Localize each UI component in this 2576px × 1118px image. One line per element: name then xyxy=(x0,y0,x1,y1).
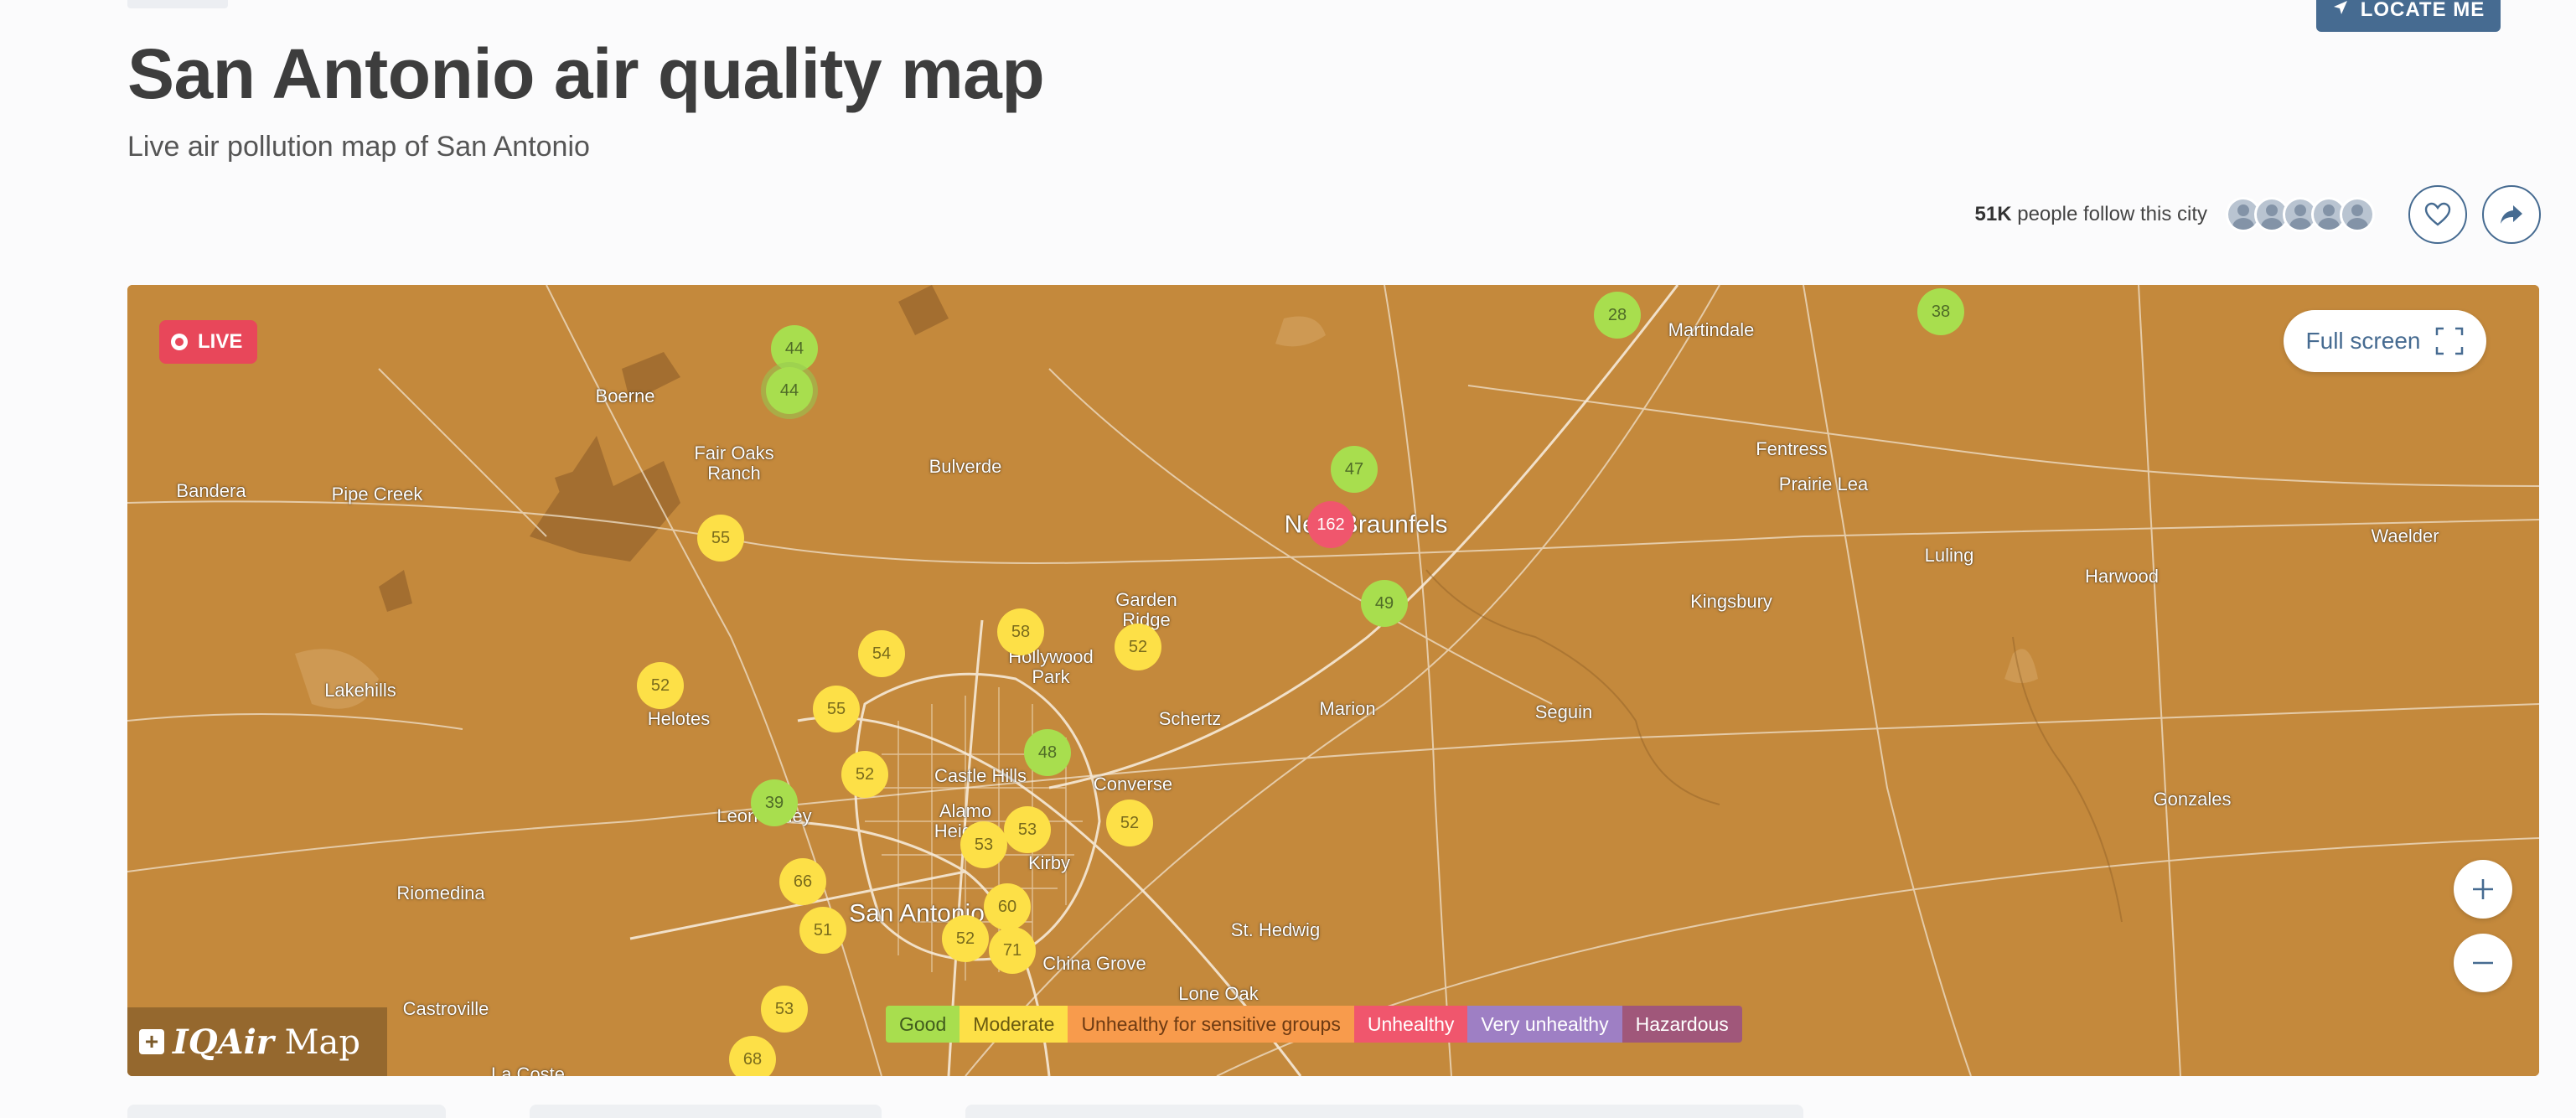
follow-button[interactable] xyxy=(2408,185,2467,244)
aqi-marker[interactable]: 53 xyxy=(1004,806,1051,853)
aqi-marker[interactable]: 55 xyxy=(697,515,744,562)
place-label: Lone Oak xyxy=(1178,982,1259,1004)
top-tab-edge xyxy=(127,0,228,8)
aqi-marker[interactable]: 60 xyxy=(984,883,1031,930)
legend-unhealthy: Unhealthy xyxy=(1353,1006,1468,1043)
map-base-layer xyxy=(127,285,2539,1076)
aqi-marker[interactable]: 51 xyxy=(799,907,846,954)
place-label: Helotes xyxy=(647,707,711,729)
locate-me-button[interactable]: LOCATE ME xyxy=(2316,0,2501,32)
place-label: Luling xyxy=(1924,544,1974,566)
place-label: Kingsbury xyxy=(1690,590,1772,612)
aqi-marker[interactable]: 52 xyxy=(942,915,989,962)
full-screen-label: Full screen xyxy=(2305,328,2421,354)
card-edge xyxy=(530,1105,882,1118)
full-screen-button[interactable]: Full screen xyxy=(2284,310,2486,372)
legend-unhealthy-sensitive: Unhealthy for sensitive groups xyxy=(1068,1006,1354,1043)
aqi-marker[interactable]: 68 xyxy=(729,1036,776,1076)
place-label: Marion xyxy=(1319,697,1376,719)
follow-count: 51K xyxy=(1974,203,2012,225)
aqi-marker[interactable]: 47 xyxy=(1331,446,1378,493)
iqair-plus-icon: + xyxy=(139,1029,164,1054)
place-label: Castroville xyxy=(402,997,489,1019)
heart-icon xyxy=(2424,202,2451,226)
aqi-marker[interactable]: 66 xyxy=(779,858,826,905)
page: LOCATE ME San Antonio air quality map Li… xyxy=(0,0,2576,1118)
aqi-marker[interactable]: 55 xyxy=(813,686,860,732)
place-label: Bandera xyxy=(176,479,246,501)
place-label: Fentress xyxy=(1756,437,1828,459)
aqi-marker[interactable]: 28 xyxy=(1594,292,1641,339)
live-dot-icon xyxy=(171,334,188,350)
place-label: Fair Oaks Ranch xyxy=(694,442,774,484)
minus-icon xyxy=(2473,961,2493,965)
place-label: Boerne xyxy=(595,385,655,406)
live-label: LIVE xyxy=(198,330,243,353)
zoom-in-button[interactable] xyxy=(2454,860,2512,919)
iqair-map-logo: + IQAir Map xyxy=(127,1007,387,1076)
place-label: Lakehills xyxy=(324,679,396,701)
place-label: China Grove xyxy=(1042,952,1146,974)
locate-icon xyxy=(2332,0,2349,22)
aqi-marker[interactable]: 48 xyxy=(1024,729,1071,776)
place-label: Converse xyxy=(1093,773,1173,795)
aqi-marker[interactable]: 44 xyxy=(771,325,818,372)
follow-row: 51K people follow this city xyxy=(1975,184,2541,245)
logo-text: IQAir Map xyxy=(173,1022,360,1062)
air-quality-map[interactable]: Boerne Fair Oaks Ranch Bulverde Bandera … xyxy=(127,285,2539,1076)
aqi-marker[interactable]: 52 xyxy=(1115,624,1161,670)
aqi-marker[interactable]: 52 xyxy=(1106,800,1153,846)
place-label: St. Hedwig xyxy=(1230,919,1321,940)
legend-hazardous: Hazardous xyxy=(1622,1006,1742,1043)
aqi-marker[interactable]: 53 xyxy=(761,986,808,1033)
follow-label: people follow this city xyxy=(2017,203,2207,225)
page-title: San Antonio air quality map xyxy=(127,34,1045,113)
locate-me-label: LOCATE ME xyxy=(2360,0,2485,21)
place-label: Seguin xyxy=(1534,701,1593,722)
aqi-marker[interactable]: 52 xyxy=(637,662,684,709)
aqi-marker[interactable]: 162 xyxy=(1307,501,1354,548)
follow-text: 51K people follow this city xyxy=(1975,203,2207,226)
place-label: Martindale xyxy=(1668,318,1755,340)
live-badge: LIVE xyxy=(159,320,258,364)
aqi-marker[interactable]: 44 xyxy=(766,367,813,414)
legend-very-unhealthy: Very unhealthy xyxy=(1467,1006,1622,1043)
place-label: Prairie Lea xyxy=(1778,473,1869,494)
place-label: Pipe Creek xyxy=(331,483,423,505)
zoom-out-button[interactable] xyxy=(2454,934,2512,992)
aqi-marker[interactable]: 52 xyxy=(841,751,888,798)
aqi-marker[interactable]: 54 xyxy=(858,630,905,677)
place-label: Gonzales xyxy=(2153,788,2232,810)
bottom-cards-edge xyxy=(127,1105,2539,1118)
aqi-marker[interactable]: 53 xyxy=(960,821,1007,868)
place-label: Schertz xyxy=(1158,707,1222,729)
logo-brand: IQAir xyxy=(173,1022,274,1062)
expand-icon xyxy=(2436,327,2464,355)
legend-moderate: Moderate xyxy=(960,1006,1068,1043)
aqi-legend: Good Moderate Unhealthy for sensitive gr… xyxy=(886,1006,1742,1043)
place-label: Kirby xyxy=(1027,851,1071,873)
place-label: La Coste xyxy=(490,1063,566,1076)
share-icon xyxy=(2501,205,2522,224)
legend-good: Good xyxy=(886,1006,960,1043)
aqi-marker[interactable]: 39 xyxy=(751,779,798,826)
aqi-marker[interactable]: 38 xyxy=(1917,288,1964,335)
place-label: Waelder xyxy=(2371,525,2439,546)
follower-avatars xyxy=(2226,197,2375,232)
aqi-marker[interactable]: 58 xyxy=(997,608,1044,655)
place-label: Castle Hills xyxy=(934,764,1027,786)
place-label: Bulverde xyxy=(928,455,1002,477)
card-edge xyxy=(965,1105,1803,1118)
card-edge xyxy=(127,1105,446,1118)
plus-icon xyxy=(2473,879,2493,899)
place-label: Riomedina xyxy=(396,882,485,903)
share-button[interactable] xyxy=(2482,185,2541,244)
aqi-marker[interactable]: 71 xyxy=(989,927,1036,974)
logo-suffix: Map xyxy=(284,1022,360,1062)
avatar xyxy=(2340,197,2375,232)
page-subtitle: Live air pollution map of San Antonio xyxy=(127,131,590,163)
aqi-marker[interactable]: 49 xyxy=(1361,580,1408,627)
place-label: Harwood xyxy=(2084,565,2160,587)
